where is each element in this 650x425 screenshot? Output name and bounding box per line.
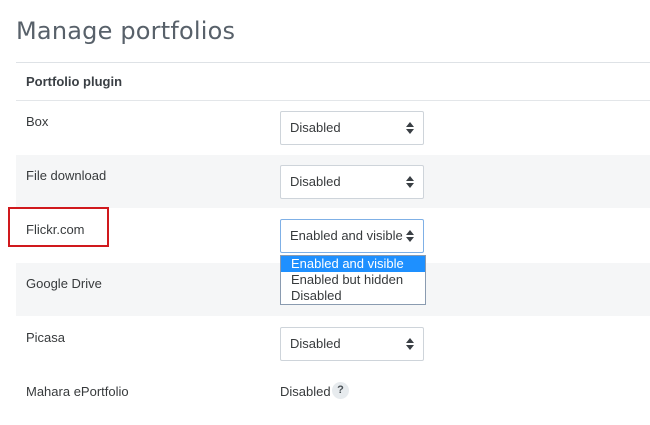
flickr-visibility-dropdown: Enabled and visible Enabled but hidden D…: [280, 255, 426, 305]
file-download-visibility-select[interactable]: Disabled: [280, 165, 424, 199]
table-row: File download Disabled: [16, 155, 650, 209]
portfolio-table: Portfolio plugin Box Disabled File downl…: [16, 62, 650, 425]
picasa-visibility-select[interactable]: Disabled: [280, 327, 424, 361]
table-row: Picasa Disabled: [16, 317, 650, 371]
dropdown-option-disabled[interactable]: Disabled: [281, 288, 425, 304]
row-name: Mahara ePortfolio: [26, 384, 129, 399]
select-caret-icon: [406, 338, 414, 350]
select-caret-icon: [406, 230, 414, 242]
table-header: Portfolio plugin: [16, 63, 650, 101]
highlight-annotation: [8, 207, 109, 247]
select-value: Enabled and visible: [290, 228, 403, 243]
row-name: Picasa: [26, 330, 66, 345]
column-header-portfolio-plugin: Portfolio plugin: [26, 74, 123, 89]
question-icon[interactable]: ?: [332, 382, 349, 399]
flickr-visibility-select[interactable]: Enabled and visible: [280, 219, 424, 253]
row-name: Box: [26, 114, 49, 129]
table-row: Box Disabled: [16, 101, 650, 155]
select-caret-icon: [406, 122, 414, 134]
mahara-status-value: Disabled: [280, 384, 331, 399]
row-name: File download: [26, 168, 107, 183]
select-caret-icon: [406, 176, 414, 188]
table-row: Mahara ePortfolio Disabled ?: [16, 371, 650, 425]
row-name: Google Drive: [26, 276, 102, 291]
page-title: Manage portfolios: [16, 17, 236, 45]
dropdown-option-enabled-visible[interactable]: Enabled and visible: [281, 256, 425, 272]
select-value: Disabled: [290, 336, 341, 351]
box-visibility-select[interactable]: Disabled: [280, 111, 424, 145]
dropdown-option-enabled-hidden[interactable]: Enabled but hidden: [281, 272, 425, 288]
select-value: Disabled: [290, 120, 341, 135]
select-value: Disabled: [290, 174, 341, 189]
